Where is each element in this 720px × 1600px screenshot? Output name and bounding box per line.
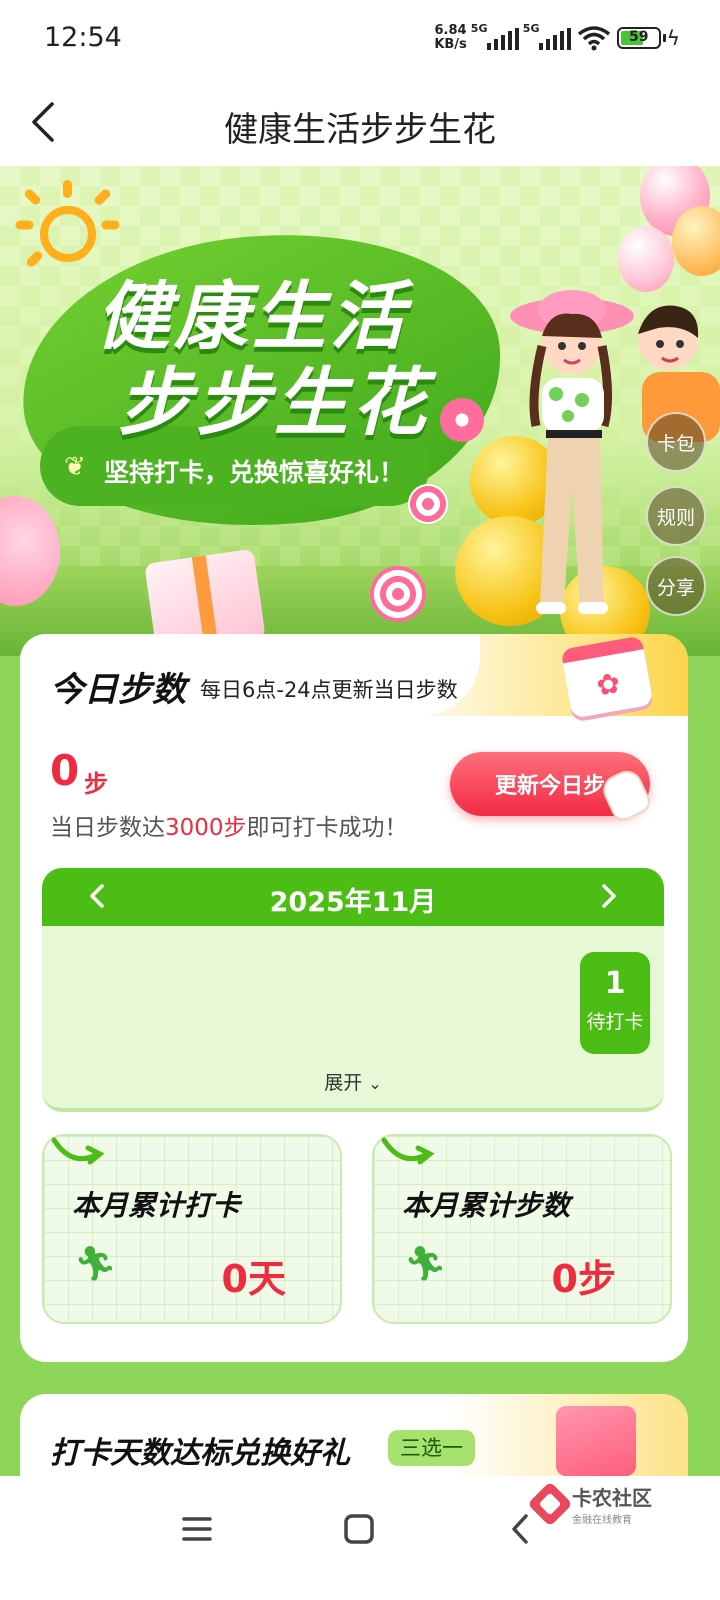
network-speed-value: 6.84	[434, 23, 467, 38]
arrow-tab-icon	[381, 1137, 435, 1165]
battery-icon: 59	[616, 27, 666, 49]
steps-unit: 步	[84, 770, 108, 798]
signal-icon-2: 5G	[523, 22, 571, 50]
today-steps-card: 今日步数 每日6点-24点更新当日步数 ✿ 0 步 当日步数达3000步即可打卡…	[20, 634, 688, 1362]
network-speed: 6.84 KB/s	[434, 24, 466, 52]
wifi-icon	[577, 26, 610, 51]
watermark-logo-icon	[527, 1481, 573, 1527]
monthly-steps-stat: 本月累计步数 🏃︎ 0步	[372, 1134, 672, 1324]
banner-title-line2: 步步生花	[118, 360, 430, 446]
calendar-day[interactable]: 1 待打卡	[580, 952, 650, 1054]
page-title: 健康生活步步生花	[224, 110, 496, 150]
chevron-down-icon: ⌄	[368, 1074, 382, 1093]
share-button[interactable]: 分享	[646, 556, 706, 616]
battery-level: 59	[629, 29, 649, 45]
hero-banner: 健康生活 步步生花 ❦ 坚持打卡，兑换惊喜好礼！ 卡包 规则 分享	[0, 166, 720, 656]
steps-value: 0	[50, 746, 80, 795]
arrow-tab-icon	[51, 1137, 105, 1165]
sun-icon	[40, 206, 96, 262]
banner-title-line1: 健康生活	[96, 274, 408, 360]
butterfly-icon: ❦	[64, 452, 86, 482]
signal-icon: 5G	[471, 22, 519, 50]
checkin-calendar: 2025年11月 1 待打卡 展开 ⌄	[42, 868, 664, 1112]
status-bar: 12:54 6.84 KB/s 5G 5G 59 ϟ	[0, 0, 720, 78]
expand-label: 展开	[324, 1072, 363, 1094]
calendar-month: 2025年11月	[269, 887, 437, 918]
steps-hint-prefix: 当日步数达	[50, 815, 165, 841]
status-time: 12:54	[44, 22, 122, 53]
runner-icon: 🏃︎	[74, 1244, 118, 1284]
rewards-title: 打卡天数达标兑换好礼	[50, 1436, 350, 1471]
calendar-icon: ✿	[560, 635, 654, 719]
network-speed-unit: KB/s	[434, 37, 467, 52]
rules-button[interactable]: 规则	[646, 486, 706, 546]
stat-value: 0天	[221, 1257, 286, 1301]
watermark: 卡农社区 金融在线教育	[527, 1481, 652, 1527]
banner-title: 健康生活 步步生花	[96, 274, 430, 446]
card-wallet-button[interactable]: 卡包	[646, 412, 706, 472]
sim2-label: 5G	[522, 22, 540, 35]
card-header: 今日步数 每日6点-24点更新当日步数 ✿	[20, 634, 688, 719]
monthly-checkin-stat: 本月累计打卡 🏃︎ 0天	[42, 1134, 342, 1324]
today-steps-title: 今日步数	[50, 662, 186, 715]
stat-label: 本月累计步数	[402, 1189, 571, 1222]
steps-hint: 当日步数达3000步即可打卡成功！	[50, 808, 408, 842]
system-nav-bar: 卡农社区 金融在线教育	[0, 1476, 720, 1600]
calendar-header: 2025年11月	[42, 868, 664, 926]
choose-one-badge: 三选一	[388, 1430, 475, 1466]
stat-value: 0步	[551, 1257, 616, 1301]
charging-icon: ϟ	[666, 26, 680, 50]
banner-subtitle: 坚持打卡，兑换惊喜好礼！	[104, 458, 405, 487]
runner-icon: 🏃︎	[404, 1244, 448, 1284]
status-icons: 6.84 KB/s 5G 5G 59 ϟ	[434, 20, 680, 56]
recent-apps-button[interactable]	[172, 1504, 222, 1554]
lollipop-decoration	[370, 566, 426, 622]
girl-character	[510, 290, 634, 614]
today-steps-subtitle: 每日6点-24点更新当日步数	[200, 678, 458, 702]
home-button[interactable]	[334, 1504, 384, 1554]
next-month-button[interactable]	[588, 876, 628, 916]
gift-icon	[556, 1406, 636, 1476]
steps-hint-suffix: 即可打卡成功！	[246, 815, 408, 841]
steps-hint-target: 3000步	[165, 815, 247, 841]
expand-calendar-button[interactable]: 展开 ⌄	[42, 1068, 664, 1095]
watermark-subtitle: 金融在线教育	[572, 1515, 632, 1526]
app-header: 健康生活步步生花	[0, 78, 720, 166]
day-status: 待打卡	[586, 1011, 644, 1033]
day-number: 1	[604, 966, 626, 1001]
stat-label: 本月累计打卡	[72, 1189, 241, 1222]
watermark-title: 卡农社区	[572, 1486, 652, 1510]
sim1-label: 5G	[470, 22, 488, 35]
